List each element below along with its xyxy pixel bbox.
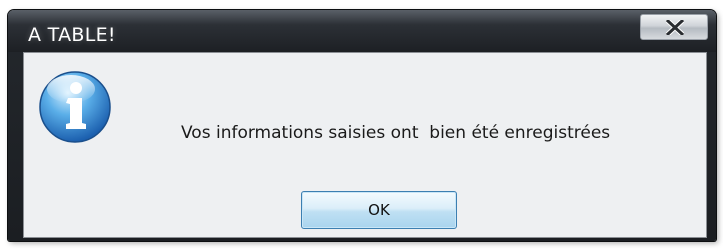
message-dialog-window: A TABLE! Vos informations saisies ont bi… <box>8 10 716 241</box>
close-button[interactable] <box>640 14 708 40</box>
title-bar[interactable]: A TABLE! <box>8 10 716 52</box>
information-icon <box>39 71 111 143</box>
window-title: A TABLE! <box>28 24 116 46</box>
ok-button[interactable]: OK <box>301 191 457 229</box>
dialog-body: Vos informations saisies ont bien été en… <box>23 52 707 238</box>
dialog-message: Vos informations saisies ont bien été en… <box>181 123 611 143</box>
close-icon <box>666 20 684 35</box>
